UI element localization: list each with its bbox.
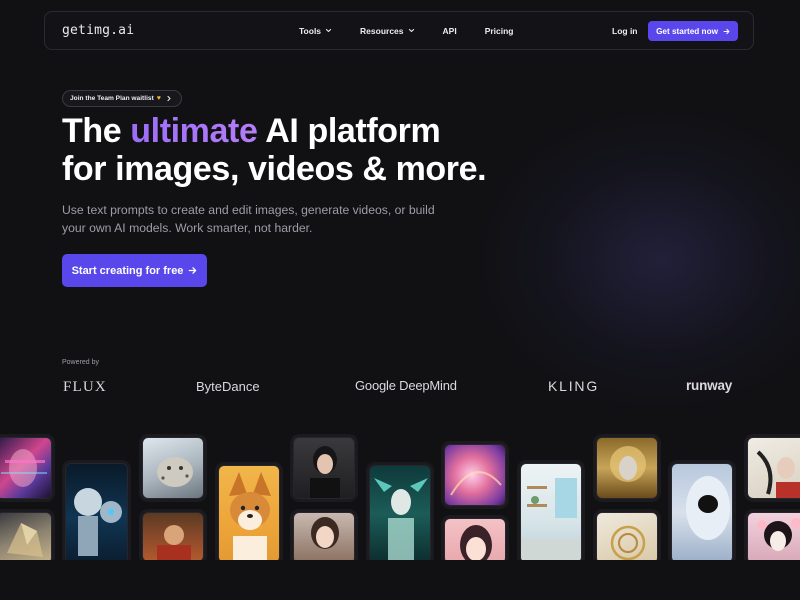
chevron-down-icon — [325, 27, 332, 34]
arrow-right-icon — [188, 266, 197, 275]
headline-accent: ultimate — [130, 112, 258, 150]
gallery-image-gold-robot[interactable] — [0, 512, 52, 564]
arrow-right-icon — [723, 28, 730, 35]
headline-pre: The — [62, 112, 131, 150]
brand-kling-logo: KLING — [548, 378, 600, 394]
logo[interactable]: getimg.ai — [62, 23, 134, 38]
brand-runway-logo: runway — [686, 378, 733, 393]
start-creating-label: Start creating for free — [71, 264, 184, 277]
gallery-image-corgi[interactable] — [218, 465, 280, 563]
gallery-image-butterfly-queen[interactable] — [369, 465, 431, 563]
headline-line2: for images, videos & more. — [62, 150, 487, 188]
nav-tools[interactable]: Tools — [299, 26, 332, 36]
page-bottom-shade — [0, 560, 800, 600]
gallery-image-geisha[interactable] — [747, 512, 800, 564]
nav-pricing[interactable]: Pricing — [485, 26, 514, 36]
brand-google-deepmind-logo: Google DeepMind — [355, 378, 457, 393]
start-creating-button[interactable]: Start creating for free — [62, 254, 207, 287]
gallery-image-interior[interactable] — [520, 463, 582, 563]
get-started-label: Get started now — [656, 26, 718, 36]
background-glow — [480, 110, 800, 410]
gallery-image-anime-girl[interactable] — [444, 518, 506, 564]
team-plan-waitlist-pill[interactable]: Join the Team Plan waitlist ♥ — [62, 90, 182, 107]
top-navbar: getimg.ai Tools Resources API Pricing Lo… — [44, 11, 754, 50]
gallery-image-snow-leopard[interactable] — [142, 437, 204, 499]
chevron-down-icon — [408, 27, 415, 34]
brand-bytedance-logo: ByteDance — [196, 379, 260, 394]
gallery-image-cyber-face[interactable] — [0, 437, 52, 499]
headline-post: AI platform — [257, 112, 441, 150]
gallery-image-monk[interactable] — [142, 512, 204, 562]
waitlist-label: Join the Team Plan waitlist — [70, 95, 154, 102]
gallery-image-dark-portrait[interactable] — [293, 437, 355, 499]
gallery-image-golden-statue[interactable] — [596, 437, 658, 499]
get-started-button[interactable]: Get started now — [648, 21, 738, 41]
chevron-right-icon — [166, 95, 172, 102]
login-link[interactable]: Log in — [612, 26, 638, 36]
nav-api[interactable]: API — [443, 26, 457, 36]
gallery-image-gold-sphere[interactable] — [596, 512, 658, 564]
nav-tools-label: Tools — [299, 25, 322, 36]
gallery-image-pink-abstract[interactable] — [444, 444, 506, 506]
gallery-image-ink-painting[interactable] — [747, 437, 800, 499]
hero-subtitle: Use text prompts to create and edit imag… — [62, 203, 435, 235]
brand-flux-logo: FLUX — [63, 379, 107, 395]
nav-resources-label: Resources — [360, 25, 404, 36]
nav-resources[interactable]: Resources — [360, 26, 414, 36]
heart-icon: ♥ — [156, 95, 161, 102]
gallery-image-robots[interactable] — [65, 463, 128, 563]
nav-links: Tools Resources API Pricing — [299, 12, 542, 49]
powered-by-label: Powered by — [62, 359, 99, 366]
hero-headline: The ultimate AI platform for images, vide… — [62, 112, 487, 188]
page: getimg.ai Tools Resources API Pricing Lo… — [0, 0, 800, 600]
gallery-image-girl-portrait[interactable] — [293, 512, 355, 564]
gallery-image-chrome-face[interactable] — [671, 463, 733, 563]
